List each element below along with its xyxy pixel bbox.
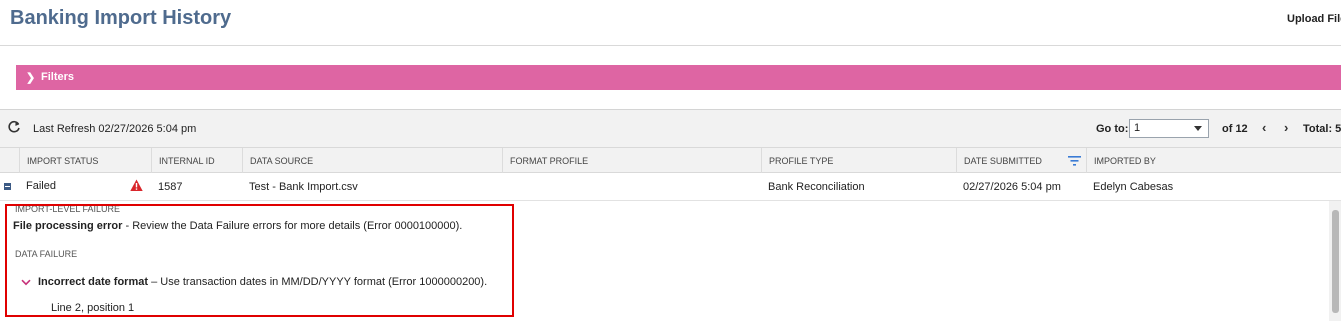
- cell-internal-id: 1587: [158, 181, 183, 193]
- column-date-submitted[interactable]: Date Submitted: [956, 148, 1086, 173]
- filters-label: Filters: [41, 71, 75, 83]
- column-import-status[interactable]: Import Status: [19, 148, 151, 173]
- scrollbar-thumb[interactable]: [1332, 210, 1339, 313]
- grid-header: Import Status Internal ID Data Source Fo…: [0, 147, 1341, 173]
- goto-label: Go to:: [1096, 123, 1129, 135]
- column-format-profile[interactable]: Format Profile: [502, 148, 761, 173]
- page-count: of 12: [1222, 123, 1248, 135]
- column-data-source[interactable]: Data Source: [242, 148, 502, 173]
- cell-date-submitted: 02/27/2026 5:04 pm: [963, 181, 1061, 193]
- next-page-button[interactable]: ›: [1284, 120, 1288, 135]
- column-profile-type[interactable]: Profile Type: [761, 148, 956, 173]
- grid-toolbar: Last Refresh 02/27/2026 5:04 pm Go to: 1…: [0, 109, 1341, 147]
- page-header: Banking Import History Upload File: [0, 0, 1341, 46]
- chevron-right-icon: ❯: [26, 72, 36, 84]
- cell-imported-by: Edelyn Cabesas: [1093, 181, 1174, 193]
- cell-data-source: Test - Bank Import.csv: [249, 181, 358, 193]
- cell-profile-type: Bank Reconciliation: [768, 181, 865, 193]
- refresh-icon[interactable]: [7, 120, 21, 134]
- sort-filter-icon[interactable]: [1068, 155, 1081, 166]
- page-select-value: 1: [1134, 122, 1141, 134]
- page-select[interactable]: 1: [1129, 119, 1209, 138]
- caret-down-icon: [1194, 126, 1202, 131]
- column-imported-by[interactable]: Imported By: [1086, 148, 1341, 173]
- collapse-icon[interactable]: [4, 183, 11, 190]
- warning-icon: [130, 179, 143, 191]
- prev-page-button[interactable]: ‹: [1262, 120, 1266, 135]
- column-internal-id[interactable]: Internal ID: [151, 148, 242, 173]
- table-row[interactable]: Failed 1587 Test - Bank Import.csv Bank …: [0, 173, 1341, 201]
- row-detail-panel: Import-Level Failure File processing err…: [0, 201, 1341, 321]
- upload-file-link[interactable]: Upload File: [1287, 13, 1341, 25]
- total-count: Total: 5: [1303, 123, 1341, 135]
- filters-toggle[interactable]: ❯ Filters: [16, 65, 1341, 90]
- highlight-box: [5, 204, 514, 317]
- cell-import-status: Failed: [26, 180, 56, 192]
- last-refresh-text: Last Refresh 02/27/2026 5:04 pm: [33, 123, 197, 135]
- page-title: Banking Import History: [10, 7, 232, 29]
